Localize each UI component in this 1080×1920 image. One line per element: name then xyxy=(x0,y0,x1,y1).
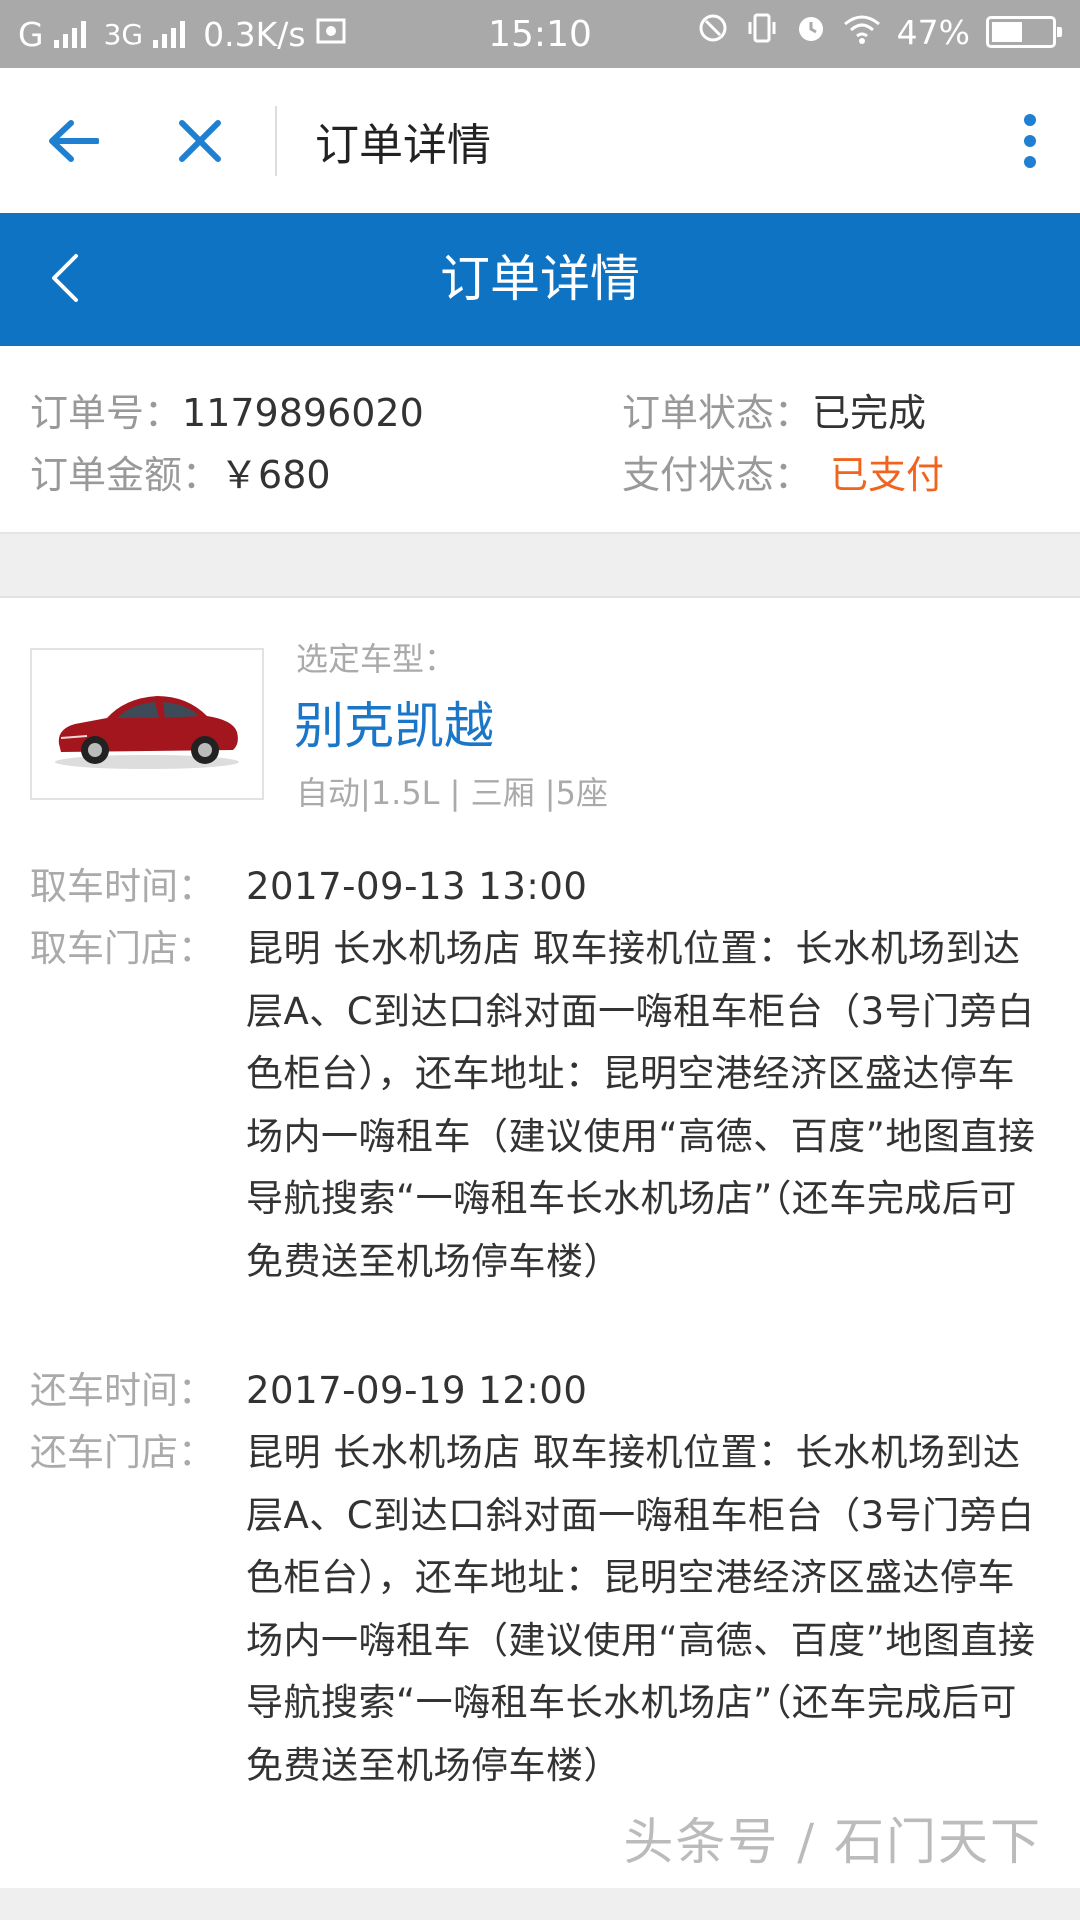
bottom-strip xyxy=(0,1888,1080,1920)
pickup-store-row: 取车门店： 昆明 长水机场店 取车接机位置：长水机场到达层A、C到达口斜对面一嗨… xyxy=(30,918,1050,1293)
order-amount: 订单金额：￥680 xyxy=(30,444,331,499)
order-status-value: 已完成 xyxy=(812,391,927,435)
car-model-caption: 选定车型： xyxy=(296,640,457,678)
pay-status: 支付状态： 已支付 xyxy=(622,444,944,499)
battery-icon xyxy=(986,16,1062,48)
order-detail-card: 选定车型： 别克凯越 自动|1.5L | 三厢 |5座 取车时间： 2017-0… xyxy=(0,598,1080,1888)
return-store-value: 昆明 长水机场店 取车接机位置：长水机场到达层A、C到达口斜对面一嗨租车柜台（3… xyxy=(246,1431,1036,1787)
browser-toolbar: 订单详情 xyxy=(0,68,1080,213)
pickup-time-label: 取车时间： xyxy=(30,865,215,908)
more-button[interactable] xyxy=(980,68,1080,213)
order-summary: 订单号：1179896020 订单金额：￥680 订单状态：已完成 支付状态： 已… xyxy=(0,346,1080,534)
do-not-disturb-icon xyxy=(697,12,729,52)
car-model-name[interactable]: 别克凯越 xyxy=(294,686,494,758)
car-image xyxy=(30,648,264,800)
order-number: 订单号：1179896020 xyxy=(30,382,424,437)
vibrate-icon xyxy=(745,12,779,52)
return-time-value: 2017-09-19 12:00 xyxy=(246,1369,588,1412)
wifi-icon xyxy=(843,13,881,52)
close-button[interactable] xyxy=(145,68,255,213)
page-title: 订单详情 xyxy=(440,250,640,308)
pickup-store-label: 取车门店： xyxy=(30,927,215,970)
return-time-row: 还车时间： 2017-09-19 12:00 xyxy=(30,1360,1050,1423)
pickup-store-value: 昆明 长水机场店 取车接机位置：长水机场到达层A、C到达口斜对面一嗨租车柜台（3… xyxy=(246,927,1036,1283)
order-number-label: 订单号： xyxy=(30,391,183,435)
battery-percent: 47% xyxy=(896,12,970,52)
car-icon xyxy=(55,696,239,769)
order-amount-value: ￥680 xyxy=(220,453,331,497)
close-icon xyxy=(179,119,221,162)
section-gap xyxy=(0,534,1080,598)
status-right: 47% xyxy=(697,12,1062,52)
order-status: 订单状态：已完成 xyxy=(622,382,926,437)
toolbar-divider xyxy=(275,105,277,176)
order-number-value: 1179896020 xyxy=(182,391,424,435)
app-header: 订单详情 xyxy=(0,213,1080,346)
pay-status-value: 已支付 xyxy=(830,453,945,497)
pickup-time-row: 取车时间： 2017-09-13 13:00 xyxy=(30,856,1050,919)
order-amount-label: 订单金额： xyxy=(30,453,221,497)
more-vertical-icon xyxy=(1024,113,1036,168)
return-time-label: 还车时间： xyxy=(30,1369,215,1412)
watermark: 头条号 / 石门天下 xyxy=(623,1813,1042,1871)
return-store-row: 还车门店： 昆明 长水机场店 取车接机位置：长水机场到达层A、C到达口斜对面一嗨… xyxy=(30,1422,1050,1797)
status-bar: G 3G 0.3K/s 15:10 47% xyxy=(0,0,1080,68)
pay-status-label: 支付状态： xyxy=(622,453,813,497)
car-model-spec: 自动|1.5L | 三厢 |5座 xyxy=(296,774,608,812)
order-status-label: 订单状态： xyxy=(622,391,813,435)
browser-title: 订单详情 xyxy=(315,119,491,171)
pickup-time-value: 2017-09-13 13:00 xyxy=(246,865,588,908)
back-button[interactable] xyxy=(0,68,145,213)
return-store-label: 还车门店： xyxy=(30,1431,215,1474)
arrow-left-icon xyxy=(48,119,99,162)
alarm-icon xyxy=(795,12,827,52)
